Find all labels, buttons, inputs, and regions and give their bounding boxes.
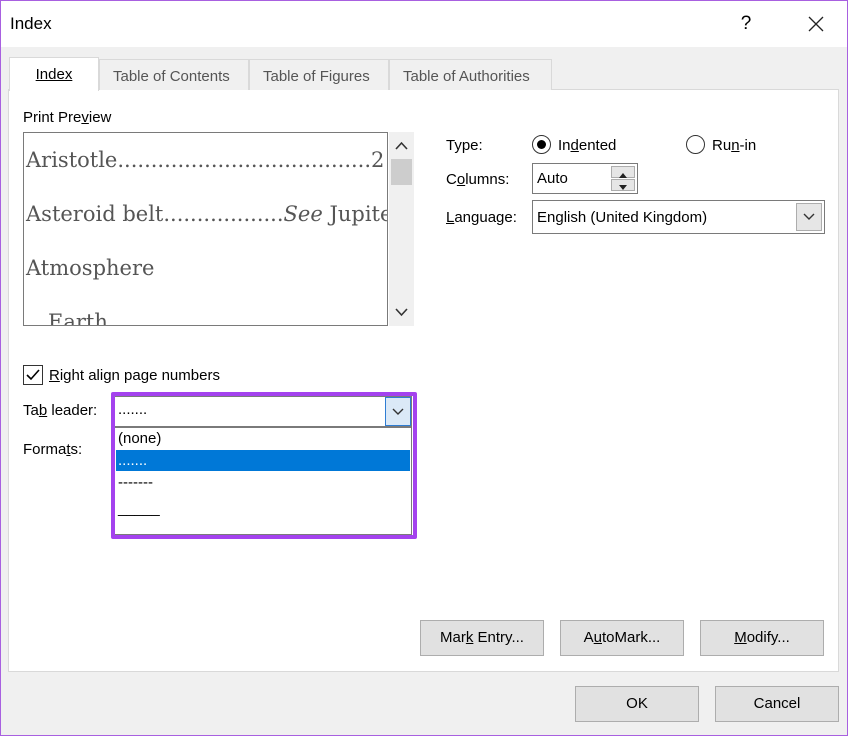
label-part: leader: xyxy=(47,402,98,419)
label-part: A xyxy=(583,629,594,646)
spinner-down-button[interactable] xyxy=(611,179,635,191)
modify-button[interactable]: Modify... xyxy=(700,620,824,656)
label-part: Ta xyxy=(23,402,39,419)
preview-entry-text: Aristotle xyxy=(26,148,118,172)
label-accel: d xyxy=(570,137,579,154)
preview-entry: Aristotle...............................… xyxy=(26,148,384,172)
chevron-down-icon xyxy=(395,308,408,317)
preview-see: See xyxy=(283,202,323,226)
label-part: Entry... xyxy=(473,629,524,646)
triangle-down-icon xyxy=(619,185,627,190)
tab-leader-dropdown-button[interactable] xyxy=(385,397,411,426)
language-dropdown[interactable]: English (United Kingdom) xyxy=(532,200,825,234)
tab-leader-option[interactable]: (none) xyxy=(116,428,410,449)
run-in-label: Run-in xyxy=(712,137,756,154)
preview-see-target: Jupiter xyxy=(329,202,387,226)
preview-entry-text: Earth xyxy=(48,310,108,326)
tab-leader-options[interactable]: (none) ....... ------- _____ xyxy=(114,427,412,535)
label-part: ight align page numbers xyxy=(59,367,220,384)
dialog-title: Index xyxy=(10,14,52,33)
title-bar: Index ? xyxy=(1,1,847,47)
chevron-up-icon xyxy=(395,141,408,150)
type-label: Type: xyxy=(446,137,483,154)
tab-leader-value: ....... xyxy=(118,401,148,418)
chevron-down-icon xyxy=(392,408,404,415)
label-part: odify... xyxy=(746,629,790,646)
columns-value[interactable]: Auto xyxy=(537,170,568,187)
radio-dot xyxy=(537,140,546,149)
help-button[interactable]: ? xyxy=(731,9,761,39)
preview-subentry: Earth xyxy=(48,310,108,326)
label-part: s: xyxy=(70,441,83,458)
tab-leader-dropdown[interactable]: ....... xyxy=(114,396,412,427)
tab-leader-option[interactable]: ------- xyxy=(116,472,410,493)
tab-leader-label: Tab leader: xyxy=(23,402,97,419)
close-icon xyxy=(808,16,824,32)
label-part: lumns: xyxy=(465,171,510,188)
label-accel: n xyxy=(731,137,740,154)
right-align-label: Right align page numbers xyxy=(49,367,220,384)
label-part: anguage: xyxy=(454,209,517,226)
spinner-buttons xyxy=(611,166,635,191)
run-in-radio[interactable] xyxy=(686,135,705,154)
scroll-thumb[interactable] xyxy=(391,159,412,185)
label-accel: M xyxy=(734,629,747,646)
scroll-up-button[interactable] xyxy=(389,134,414,158)
label-part: iew xyxy=(88,109,112,126)
indented-radio[interactable] xyxy=(532,135,551,154)
label-part: Forma xyxy=(23,441,67,458)
preview-scrollbar[interactable] xyxy=(389,132,414,326)
mark-entry-button[interactable]: Mark Entry... xyxy=(420,620,544,656)
label-accel: b xyxy=(38,402,48,419)
tab-table-of-contents[interactable]: Table of Contents xyxy=(99,59,249,90)
preview-dots: ...................................... xyxy=(117,148,372,172)
label-part: -in xyxy=(739,137,757,154)
close-button[interactable] xyxy=(801,9,831,39)
tab-table-of-authorities[interactable]: Table of Authorities xyxy=(389,59,552,90)
label-part: Ru xyxy=(712,137,732,154)
chevron-down-icon xyxy=(803,213,815,220)
label-accel: R xyxy=(49,367,60,384)
language-label: Language: xyxy=(446,209,517,226)
print-preview-box: Aristotle...............................… xyxy=(23,132,388,326)
cancel-button[interactable]: Cancel xyxy=(715,686,839,722)
language-dropdown-button[interactable] xyxy=(796,203,822,231)
label-part: ented xyxy=(578,137,617,154)
spinner-up-button[interactable] xyxy=(611,166,635,178)
tab-leader-option[interactable]: _____ xyxy=(116,498,410,519)
preview-entry-text: Asteroid belt xyxy=(26,202,164,226)
label-part: toMark... xyxy=(602,629,661,646)
language-value: English (United Kingdom) xyxy=(537,209,708,226)
label-part: Print Pre xyxy=(23,109,82,126)
label-part: In xyxy=(558,137,571,154)
tab-table-of-figures[interactable]: Table of Figures xyxy=(249,59,389,90)
print-preview-label: Print Preview xyxy=(23,109,111,126)
formats-label: Formats: xyxy=(23,441,82,458)
tab-index[interactable]: Index xyxy=(9,57,99,91)
ok-button[interactable]: OK xyxy=(575,686,699,722)
tab-leader-option-selected[interactable]: ....... xyxy=(116,450,410,471)
tab-label: Index xyxy=(35,66,73,83)
preview-entry-text: Atmosphere xyxy=(26,256,155,280)
label-part: Mar xyxy=(440,629,466,646)
preview-entry: Asteroid belt..................See Jupit… xyxy=(26,202,387,226)
preview-dots: .................. xyxy=(163,202,284,226)
label-accel: v xyxy=(81,109,89,126)
columns-label: Columns: xyxy=(446,171,509,188)
label-part: C xyxy=(446,171,457,188)
label-accel: u xyxy=(593,629,602,646)
scroll-down-button[interactable] xyxy=(389,300,414,324)
columns-spinner[interactable]: Auto xyxy=(532,163,638,194)
indented-label: Indented xyxy=(558,137,616,154)
automark-button[interactable]: AutoMark... xyxy=(560,620,684,656)
right-align-checkbox[interactable] xyxy=(23,365,43,385)
checkmark-icon xyxy=(26,369,40,381)
label-accel: o xyxy=(456,171,466,188)
preview-page: 2 xyxy=(371,148,385,172)
preview-entry: Atmosphere xyxy=(26,256,154,280)
